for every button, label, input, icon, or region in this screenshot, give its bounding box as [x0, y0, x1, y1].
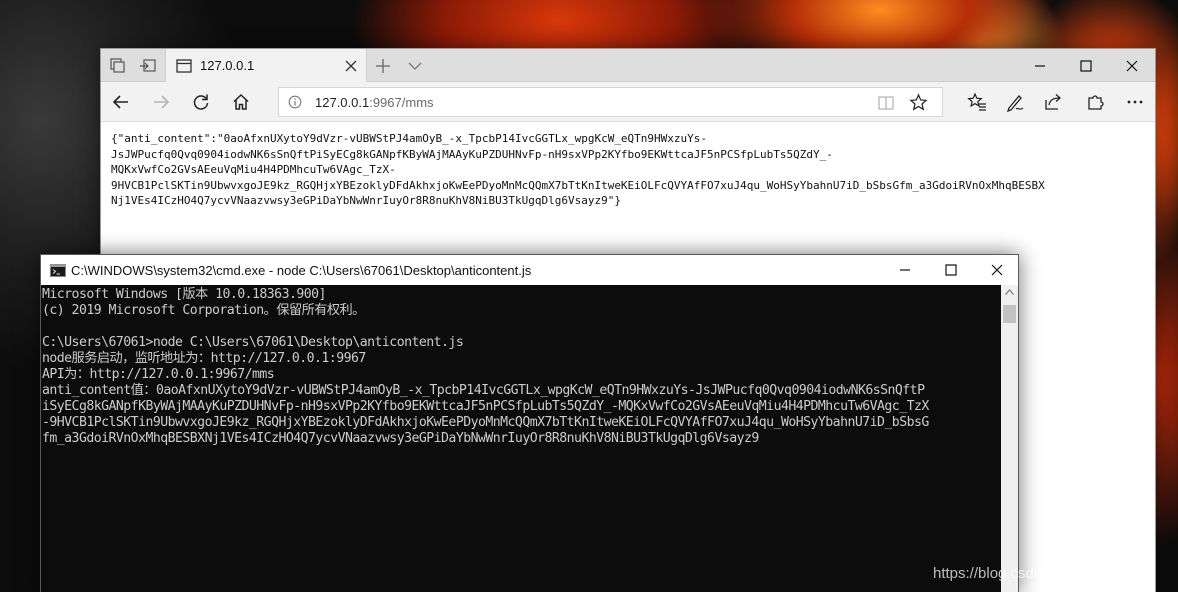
- json-line: JsJWPucfq0Qvq0904iodwNK6sSnQftPiSyECg8kG…: [111, 147, 833, 161]
- console-scrollbar[interactable]: [1001, 285, 1018, 592]
- cmd-titlebar[interactable]: C:\WINDOWS\system32\cmd.exe - node C:\Us…: [41, 255, 1018, 285]
- tab-title: 127.0.0.1: [200, 58, 255, 73]
- navigation-bar: 127.0.0.1:9967/mms: [101, 82, 1155, 122]
- tab-active[interactable]: 127.0.0.1: [165, 49, 367, 82]
- console-line: (c) 2019 Microsoft Corporation。保留所有权利。: [42, 303, 365, 318]
- new-tab-icon[interactable]: [374, 57, 392, 75]
- cmd-close-button[interactable]: [974, 255, 1020, 285]
- console-line: iSyECg8kGANpfKByWAjMAAyKuPZDUHNvFp-nH9sx…: [42, 399, 929, 414]
- maximize-button[interactable]: [1063, 49, 1109, 82]
- minimize-button[interactable]: [1017, 49, 1063, 82]
- pen-icon[interactable]: [1003, 90, 1027, 114]
- json-response: {"anti_content":"0aoAfxnUXytoY9dVzr-vUBW…: [111, 131, 1151, 209]
- console-line: API为：http://127.0.0.1:9967/mms: [42, 367, 275, 382]
- console-line: anti_content值：0aoAfxnUXytoY9dVzr-vUBWStP…: [42, 383, 925, 398]
- reading-view-icon[interactable]: [877, 94, 895, 117]
- set-aside-tabs-icon[interactable]: [139, 57, 157, 75]
- star-icon[interactable]: [909, 93, 928, 117]
- address-bar[interactable]: 127.0.0.1:9967/mms: [278, 87, 943, 117]
- page-icon: [175, 57, 193, 75]
- share-icon[interactable]: [1041, 90, 1065, 114]
- json-line: 9HVCB1PclSKTin9UbwvxgoJE9kz_RGQHjxYBEzok…: [111, 178, 1045, 192]
- tab-bar: 127.0.0.1: [101, 49, 1155, 82]
- home-icon[interactable]: [229, 90, 253, 114]
- console-line: C:\Users\67061>node C:\Users\67061\Deskt…: [42, 335, 464, 350]
- forward-arrow-icon[interactable]: [149, 90, 173, 114]
- cmd-window: C:\WINDOWS\system32\cmd.exe - node C:\Us…: [40, 254, 1019, 592]
- console-line: Microsoft Windows [版本 10.0.18363.900]: [42, 287, 326, 302]
- chevron-down-icon[interactable]: [406, 57, 424, 75]
- info-icon[interactable]: [288, 95, 302, 114]
- url-host: 127.0.0.1: [315, 95, 370, 110]
- cmd-icon: [50, 264, 66, 282]
- console-line: node服务启动，监听地址为：http://127.0.0.1:9967: [42, 351, 366, 366]
- scroll-up-icon[interactable]: [1005, 289, 1014, 295]
- scroll-thumb[interactable]: [1003, 305, 1016, 323]
- close-window-button[interactable]: [1109, 49, 1155, 82]
- back-arrow-icon[interactable]: [109, 90, 133, 114]
- more-icon[interactable]: [1123, 90, 1147, 114]
- cmd-minimize-button[interactable]: [882, 255, 928, 285]
- tab-list-icon[interactable]: [109, 57, 127, 75]
- url-path: :9967/mms: [369, 95, 434, 110]
- console-output[interactable]: Microsoft Windows [版本 10.0.18363.900] (c…: [41, 285, 1001, 592]
- url-text[interactable]: 127.0.0.1:9967/mms: [315, 95, 434, 110]
- extensions-icon[interactable]: [1083, 90, 1107, 114]
- json-line: MQKxVwfCo2GVsAEeuVqMiu4H4PDMhcuTw6VAgc_T…: [111, 163, 396, 176]
- cmd-maximize-button[interactable]: [928, 255, 974, 285]
- json-line: {"anti_content":"0aoAfxnUXytoY9dVzr-vUBW…: [111, 132, 708, 145]
- close-tab-icon[interactable]: [342, 57, 360, 75]
- console-line: -9HVCB1PclSKTin9UbwvxgoJE9kz_RGQHjxYBEzo…: [42, 415, 929, 430]
- refresh-icon[interactable]: [189, 90, 213, 114]
- cmd-title: C:\WINDOWS\system32\cmd.exe - node C:\Us…: [71, 263, 532, 278]
- watermark: https://blog.csdn.net/Tomorrow_a: [933, 565, 1154, 582]
- json-line: Nj1VEs4ICzHO4Q7ycvVNaazvwsy3eGPiDaYbNwWn…: [111, 194, 621, 207]
- favorites-icon[interactable]: [965, 90, 989, 114]
- console-line: fm_a3GdoiRVnOxMhqBESBXNj1VEs4ICzHO4Q7ycv…: [42, 431, 759, 446]
